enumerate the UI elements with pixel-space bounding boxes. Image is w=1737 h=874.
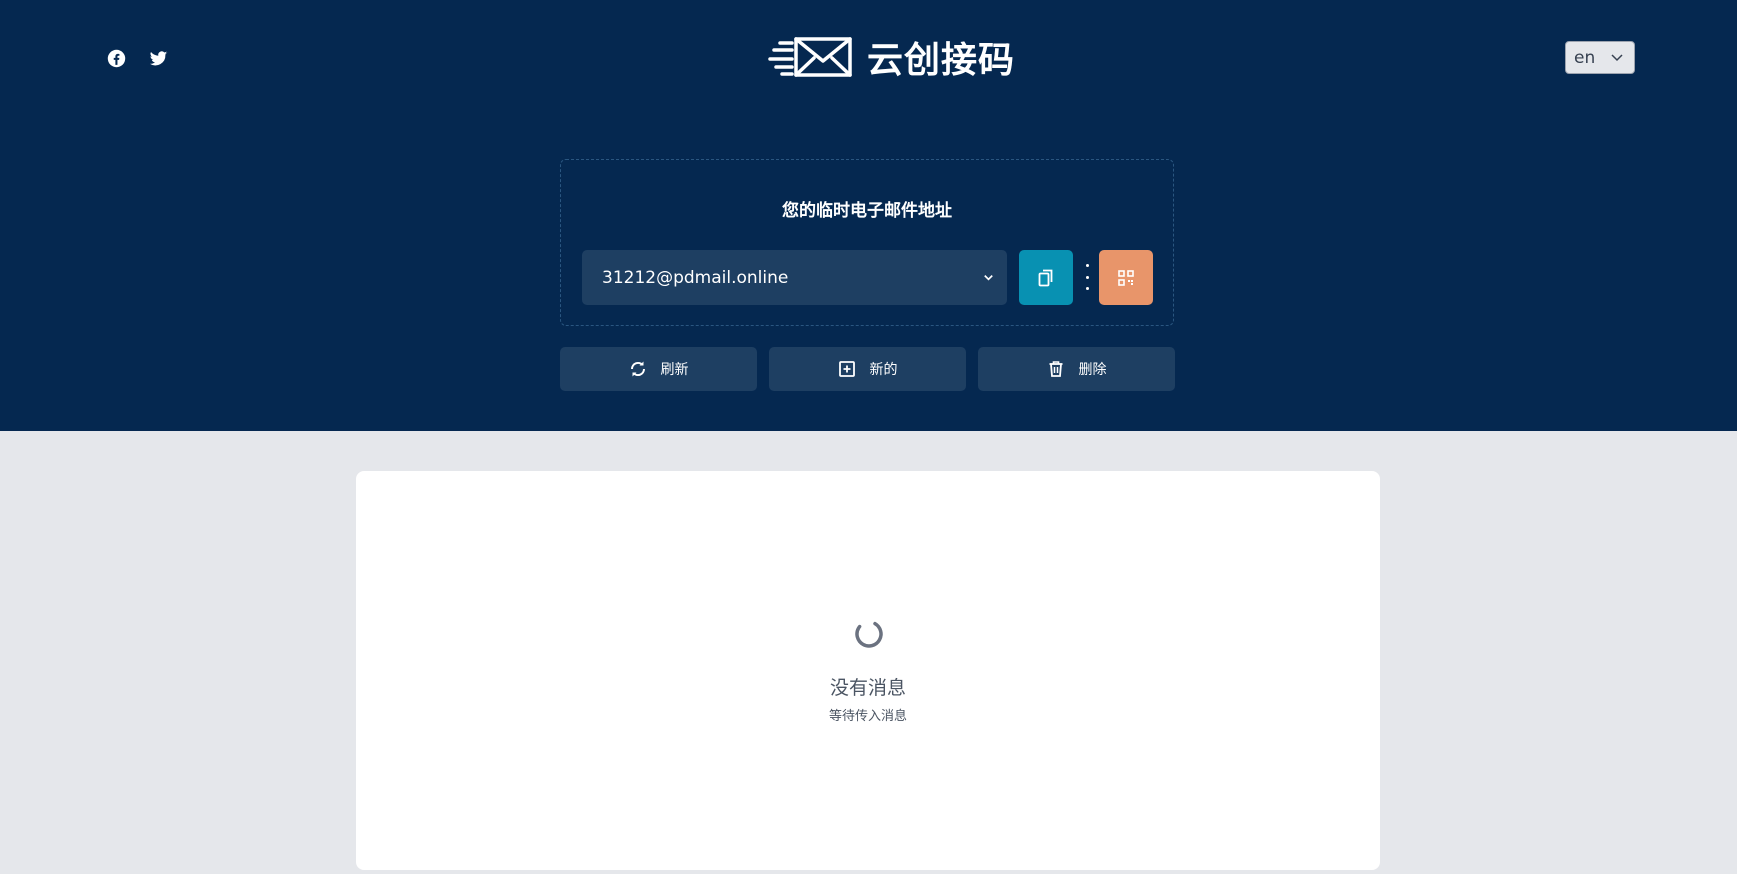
email-label: 您的临时电子邮件地址 (782, 201, 952, 221)
delete-button[interactable]: 删除 (978, 347, 1175, 391)
delete-label: 删除 (1078, 362, 1107, 378)
inbox-card: 没有消息 等待传入消息 (356, 471, 1380, 870)
email-address: 31212@pdmail.online (602, 267, 789, 288)
empty-inbox-title: 没有消息 (829, 677, 906, 699)
twitter-icon[interactable] (146, 46, 170, 70)
empty-inbox-subtitle: 等待传入消息 (828, 709, 907, 724)
facebook-icon[interactable] (104, 46, 128, 70)
qr-code-icon (1118, 269, 1134, 286)
copy-icon (1038, 269, 1053, 286)
chevron-down-icon (1611, 54, 1623, 62)
logo[interactable]: 云创接码 (768, 33, 1015, 81)
new-button[interactable]: 新的 (769, 347, 966, 391)
more-options-icon[interactable] (1085, 264, 1089, 290)
refresh-label: 刷新 (660, 362, 689, 378)
refresh-icon (630, 361, 645, 377)
trash-icon (1049, 361, 1062, 377)
loading-spinner-icon (855, 620, 883, 648)
plus-square-icon (838, 361, 855, 377)
language-select[interactable]: en (1565, 41, 1635, 74)
qr-code-button[interactable] (1099, 250, 1153, 305)
email-panel: 您的临时电子邮件地址 31212@pdmail.online (560, 159, 1174, 326)
header: 云创接码 en 您的临时电子邮件地址 31212@pdmail.online 刷… (0, 0, 1737, 431)
brand-name: 云创接码 (867, 40, 1016, 81)
refresh-button[interactable]: 刷新 (560, 347, 757, 391)
chevron-down-icon (984, 275, 993, 281)
new-label: 新的 (869, 362, 898, 378)
language-value: en (1574, 47, 1596, 68)
email-select[interactable]: 31212@pdmail.online (582, 250, 1007, 305)
copy-button[interactable] (1019, 250, 1073, 305)
envelope-logo-icon (768, 37, 852, 77)
